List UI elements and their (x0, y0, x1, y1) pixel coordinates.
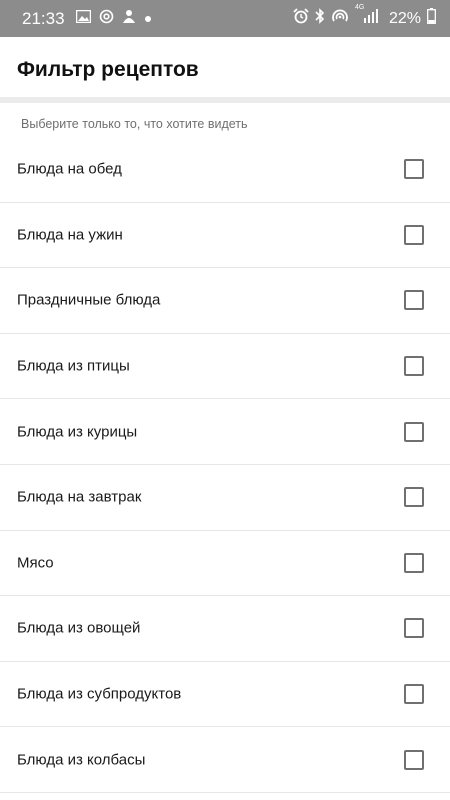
alarm-icon (293, 8, 309, 29)
notification-icon (122, 9, 136, 29)
filter-checkbox[interactable] (404, 684, 424, 705)
filter-list: Блюда на обед Блюда на ужин Праздничные … (0, 137, 450, 793)
filter-checkbox[interactable] (404, 356, 424, 377)
filter-label: Блюда из субпродуктов (17, 685, 182, 703)
filter-label: Блюда на завтрак (17, 488, 142, 506)
filter-label: Мясо (17, 554, 54, 572)
filter-item-poultry[interactable]: Блюда из птицы (0, 334, 450, 400)
filter-checkbox[interactable] (404, 552, 424, 573)
filter-item-offal[interactable]: Блюда из субпродуктов (0, 662, 450, 728)
filter-label: Блюда на обед (17, 160, 122, 178)
filter-item-chicken[interactable]: Блюда из курицы (0, 399, 450, 465)
filter-item-dinner[interactable]: Блюда на ужин (0, 203, 450, 269)
header-divider (0, 97, 450, 103)
at-icon (99, 9, 114, 29)
filter-checkbox[interactable] (404, 487, 424, 508)
filter-item-breakfast[interactable]: Блюда на завтрак (0, 465, 450, 531)
status-notification-icons (75, 9, 152, 29)
filter-label: Блюда из колбасы (17, 751, 146, 769)
filter-label: Праздничные блюда (17, 291, 161, 309)
status-bar: 21:33 4G 22% (0, 0, 450, 37)
status-system-icons: 4G 22% (293, 4, 436, 29)
battery-percent: 22% (388, 9, 421, 27)
filter-item-holiday[interactable]: Праздничные блюда (0, 268, 450, 334)
filter-checkbox[interactable] (404, 618, 424, 639)
filter-checkbox[interactable] (404, 224, 424, 245)
signal-icon: 4G (355, 4, 383, 29)
status-time: 21:33 (22, 9, 65, 28)
filter-hint: Выберите только то, что хотите видеть (21, 117, 248, 131)
filter-item-sausage[interactable]: Блюда из колбасы (0, 727, 450, 793)
filter-checkbox[interactable] (404, 421, 424, 442)
image-icon (75, 9, 92, 28)
filter-checkbox[interactable] (404, 290, 424, 311)
app-header: Фильтр рецептов (0, 37, 450, 97)
dot-icon (144, 10, 152, 28)
hotspot-icon (331, 8, 349, 29)
filter-label: Блюда из курицы (17, 423, 138, 441)
filter-checkbox[interactable] (404, 159, 424, 180)
filter-item-lunch[interactable]: Блюда на обед (0, 137, 450, 203)
page-title: Фильтр рецептов (17, 58, 199, 81)
network-type: 4G (354, 4, 365, 11)
filter-item-vegetables[interactable]: Блюда из овощей (0, 596, 450, 662)
filter-item-meat[interactable]: Мясо (0, 531, 450, 597)
filter-label: Блюда из птицы (17, 357, 130, 375)
filter-checkbox[interactable] (404, 749, 424, 770)
battery-icon (427, 8, 436, 29)
filter-label: Блюда из овощей (17, 619, 141, 637)
filter-label: Блюда на ужин (17, 226, 123, 244)
bluetooth-icon (315, 8, 325, 29)
